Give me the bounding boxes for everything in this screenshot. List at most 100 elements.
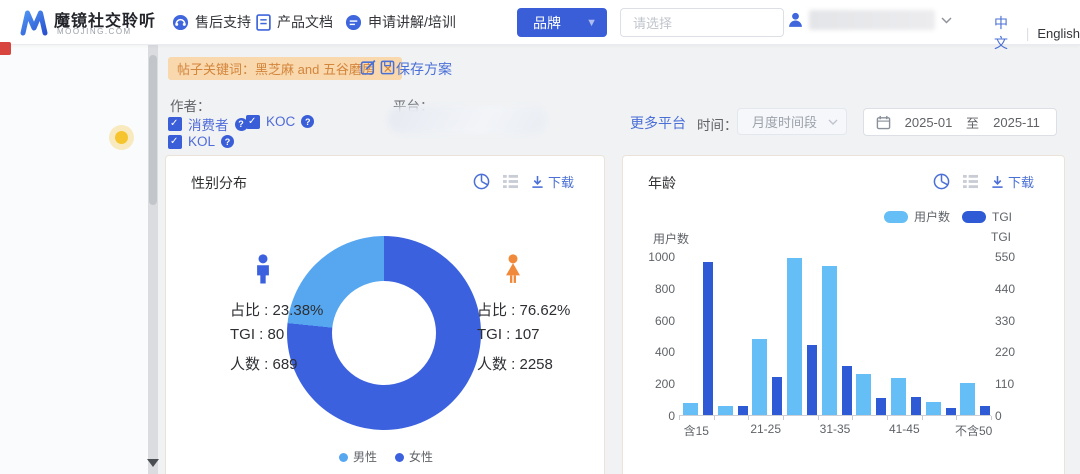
more-platforms-link[interactable]: 更多平台: [630, 113, 686, 133]
headset-icon: [172, 14, 189, 31]
list-view-icon[interactable]: [502, 174, 519, 189]
male-legend-dot: [339, 453, 348, 462]
tgi-bar: [807, 345, 817, 415]
edit-icon[interactable]: [360, 59, 377, 76]
lang-zh-link[interactable]: 中文: [994, 13, 1018, 53]
axis-tick-label: 800: [655, 283, 675, 295]
chevron-down-icon: ▼: [586, 17, 597, 29]
users-bar: [787, 258, 802, 415]
author-label: 作者：: [170, 95, 211, 115]
time-label: 时间：: [697, 114, 738, 134]
x-axis-label: 41-45: [874, 422, 934, 436]
checkbox-kol[interactable]: [168, 135, 182, 149]
help-icon[interactable]: ?: [221, 135, 234, 148]
sidebar-scrollbar-thumb[interactable]: [149, 55, 157, 205]
platform-blurred-content: [388, 106, 546, 134]
sidebar-scroll-down-arrow[interactable]: [147, 459, 159, 467]
pie-view-icon[interactable]: [473, 173, 490, 190]
pie-view-icon[interactable]: [933, 173, 950, 190]
nav-training[interactable]: 申请讲解/培训: [345, 12, 456, 32]
gender-donut-chart: [287, 236, 481, 430]
female-icon: [502, 254, 524, 284]
users-bar: [822, 266, 837, 416]
age-card-title: 年龄: [648, 173, 676, 193]
date-end-value[interactable]: 2025-11: [989, 115, 1044, 130]
nav-docs[interactable]: 产品文档: [256, 12, 333, 32]
age-card-tools: 下载: [933, 172, 1034, 191]
users-bar: [891, 378, 906, 415]
tgi-bar: [876, 398, 886, 415]
female-legend-dot: [395, 453, 404, 462]
checkbox-consumer[interactable]: [168, 117, 182, 131]
user-menu[interactable]: [788, 10, 952, 30]
axis-tick-label: 110: [995, 378, 1014, 390]
nav-support[interactable]: 售后支持: [172, 12, 251, 32]
female-count-stat: 人数 : 2258: [477, 353, 553, 374]
brand-search-input[interactable]: 请选择: [620, 8, 784, 37]
brand-dropdown-button[interactable]: 品牌 ▼: [517, 8, 607, 37]
hint-badge[interactable]: [115, 131, 128, 144]
x-axis-tick: [818, 416, 819, 420]
sidebar: [0, 45, 148, 474]
tgi-bar: [946, 408, 956, 415]
gender-legend: 男性 女性: [166, 448, 606, 465]
male-count-stat: 人数 : 689: [230, 353, 298, 374]
users-bar: [856, 374, 871, 415]
chevron-down-icon: [941, 17, 952, 24]
y-left-axis-name: 用户数: [653, 230, 689, 247]
axis-tick-label: 220: [995, 346, 1015, 358]
gender-download-button[interactable]: 下载: [531, 172, 574, 191]
x-axis-tick: [783, 416, 784, 420]
app-root: 魔镜社交聆听 MOOJING.COM 售后支持 产品文档: [0, 0, 1080, 474]
age-download-label: 下载: [1008, 172, 1034, 191]
legend-female[interactable]: 女性: [395, 448, 433, 465]
axis-tick-label: 400: [655, 346, 675, 358]
axis-tick-label: 330: [995, 315, 1015, 327]
axis-tick-label: 0: [668, 410, 675, 422]
top-header: 魔镜社交聆听 MOOJING.COM 售后支持 产品文档: [0, 0, 1080, 45]
users-bar: [683, 403, 698, 415]
brand-search-placeholder: 请选择: [633, 13, 672, 32]
axis-tick-label: 200: [655, 378, 675, 390]
checkbox-koc[interactable]: [246, 115, 260, 129]
gender-card-tools: 下载: [473, 172, 574, 191]
author-option-label: KOL: [188, 134, 215, 149]
x-axis-tick: [956, 416, 957, 420]
x-axis-tick: [714, 416, 715, 420]
lang-en-link[interactable]: English: [1037, 26, 1080, 41]
male-tgi-stat: TGI : 80: [230, 326, 284, 343]
tgi-bar: [703, 262, 713, 415]
x-axis-label: 31-35: [805, 422, 865, 436]
tgi-bar: [911, 397, 921, 415]
users-bar: [960, 383, 975, 415]
female-ratio-stat: 占比 : 76.62%: [477, 299, 570, 320]
x-axis-label: 含15: [666, 422, 726, 439]
axis-tick-label: 0: [995, 410, 1002, 422]
author-option-label: 消费者: [188, 114, 229, 134]
help-icon[interactable]: ?: [301, 115, 314, 128]
date-start-value[interactable]: 2025-01: [901, 115, 956, 130]
moojing-logo-icon: [19, 9, 49, 36]
edge-widget[interactable]: [0, 42, 11, 55]
users-bar: [926, 402, 941, 416]
axis-tick-label: 440: [995, 283, 1015, 295]
male-ratio-stat: 占比 : 23.38%: [230, 299, 323, 320]
legend-male[interactable]: 男性: [339, 448, 377, 465]
legend-tgi[interactable]: TGI: [962, 210, 1012, 224]
date-range-picker[interactable]: 2025-01 至 2025-11: [863, 108, 1057, 136]
tgi-bar: [738, 406, 748, 415]
legend-users[interactable]: 用户数: [884, 208, 950, 225]
user-icon: [788, 12, 803, 28]
calendar-icon: [876, 115, 891, 130]
save-plan-button[interactable]: 保存方案: [396, 59, 452, 79]
x-axis-tick: [887, 416, 888, 420]
axis-tick-label: 1000: [648, 251, 675, 263]
age-download-button[interactable]: 下载: [991, 172, 1034, 191]
users-legend-swatch: [884, 211, 908, 223]
time-range-select[interactable]: 月度时间段: [737, 108, 847, 135]
save-plan-icon[interactable]: [380, 60, 395, 75]
users-bar: [718, 406, 733, 416]
donut-hole: [332, 281, 436, 385]
list-view-icon[interactable]: [962, 174, 979, 189]
download-icon: [531, 175, 544, 189]
